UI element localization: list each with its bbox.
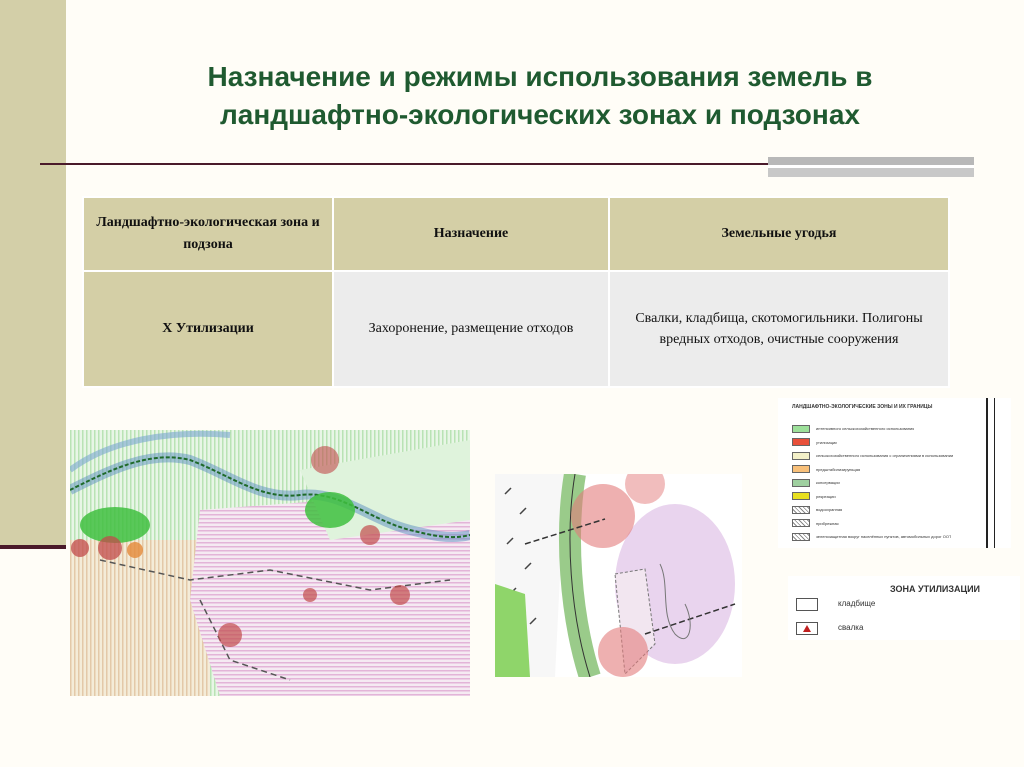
legend-item: водоохранная xyxy=(792,503,982,517)
legend-item: сельскохозяйственного использования с ог… xyxy=(792,449,982,463)
legend-label-landfill: свалка xyxy=(838,623,864,632)
cell-lands: Свалки, кладбища, скотомогильники. Полиг… xyxy=(608,270,950,388)
legend-item: утилизации xyxy=(792,436,982,450)
legend-border-line xyxy=(986,398,988,548)
header-zone: Ландшафтно-экологическая зона и подзона xyxy=(82,196,334,272)
zones-legend-list: интенсивного сельскохозяйственного испол… xyxy=(792,422,982,544)
legend-swatch xyxy=(792,532,810,541)
legend-label: предштабилизирующая xyxy=(816,466,861,472)
title-divider-accent xyxy=(768,157,974,177)
legend-swatch xyxy=(792,451,810,460)
zones-legend-title: ЛАНДШАФТНО-ЭКОЛОГИЧЕСКИЕ ЗОНЫ И ИХ ГРАНИ… xyxy=(792,404,933,410)
cemetery-icon xyxy=(796,598,818,611)
zones-table: Ландшафтно-экологическая зона и подзона … xyxy=(82,196,950,388)
cell-purpose: Захоронение, размещение отходов xyxy=(332,270,610,388)
utilization-legend: ЗОНА УТИЛИЗАЦИИ кладбище свалка xyxy=(788,576,1020,640)
legend-swatch xyxy=(792,519,810,528)
legend-label: интенсивного сельскохозяйственного испол… xyxy=(816,426,915,432)
cell-zone: X Утилизации xyxy=(82,270,334,388)
legend-label: прибрежная xyxy=(816,520,839,526)
legend-item: зеленозащитная вокруг населённых пунктов… xyxy=(792,530,982,544)
legend-label: утилизации xyxy=(816,439,838,445)
title-divider xyxy=(40,163,780,165)
zones-legend: ЛАНДШАФТНО-ЭКОЛОГИЧЕСКИЕ ЗОНЫ И ИХ ГРАНИ… xyxy=(778,398,1011,548)
legend-label: водоохранная xyxy=(816,507,843,513)
legend-swatch xyxy=(792,505,810,514)
map-overview xyxy=(70,430,470,696)
legend-swatch xyxy=(792,424,810,433)
legend-item: интенсивного сельскохозяйственного испол… xyxy=(792,422,982,436)
legend-label: консервации xyxy=(816,480,840,486)
map-detail xyxy=(495,474,742,677)
legend-item: консервации xyxy=(792,476,982,490)
legend-swatch xyxy=(792,438,810,447)
landfill-icon xyxy=(796,622,818,635)
legend-label: рекреации xyxy=(816,493,836,499)
header-purpose: Назначение xyxy=(332,196,610,272)
legend-item: прибрежная xyxy=(792,517,982,531)
utilization-legend-title: ЗОНА УТИЛИЗАЦИИ xyxy=(890,584,981,594)
legend-border-line xyxy=(994,398,995,548)
left-decor-line xyxy=(0,545,66,549)
legend-swatch xyxy=(792,465,810,474)
legend-item: рекреации xyxy=(792,490,982,504)
legend-swatch xyxy=(792,478,810,487)
table-row: X Утилизации Захоронение, размещение отх… xyxy=(82,270,950,388)
legend-item: предштабилизирующая xyxy=(792,463,982,477)
slide-title: Назначение и режимы использования земель… xyxy=(207,61,873,130)
header-lands: Земельные угодья xyxy=(608,196,950,272)
legend-swatch xyxy=(792,492,810,501)
legend-label-cemetery: кладбище xyxy=(838,599,876,608)
left-decor-bar xyxy=(0,0,66,548)
legend-label: сельскохозяйственного использования с ог… xyxy=(816,453,954,459)
table-header-row: Ландшафтно-экологическая зона и подзона … xyxy=(82,196,950,272)
legend-label: зеленозащитная вокруг населённых пунктов… xyxy=(816,534,952,540)
